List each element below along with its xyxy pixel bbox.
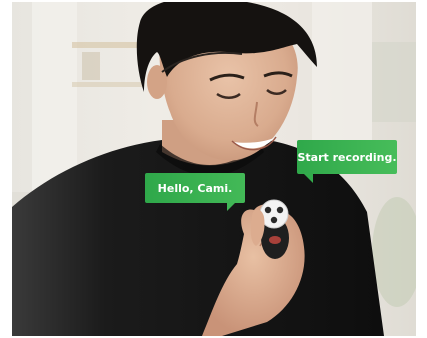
photo-frame: Hello, Cami. Start recording.: [12, 2, 416, 336]
recorder-device: [259, 199, 289, 259]
record-bubble-text: Start recording.: [297, 150, 397, 164]
hello-speech-bubble: Hello, Cami.: [145, 173, 245, 211]
hello-bubble-text: Hello, Cami.: [157, 181, 233, 195]
start-recording-speech-bubble: Start recording.: [297, 140, 397, 183]
